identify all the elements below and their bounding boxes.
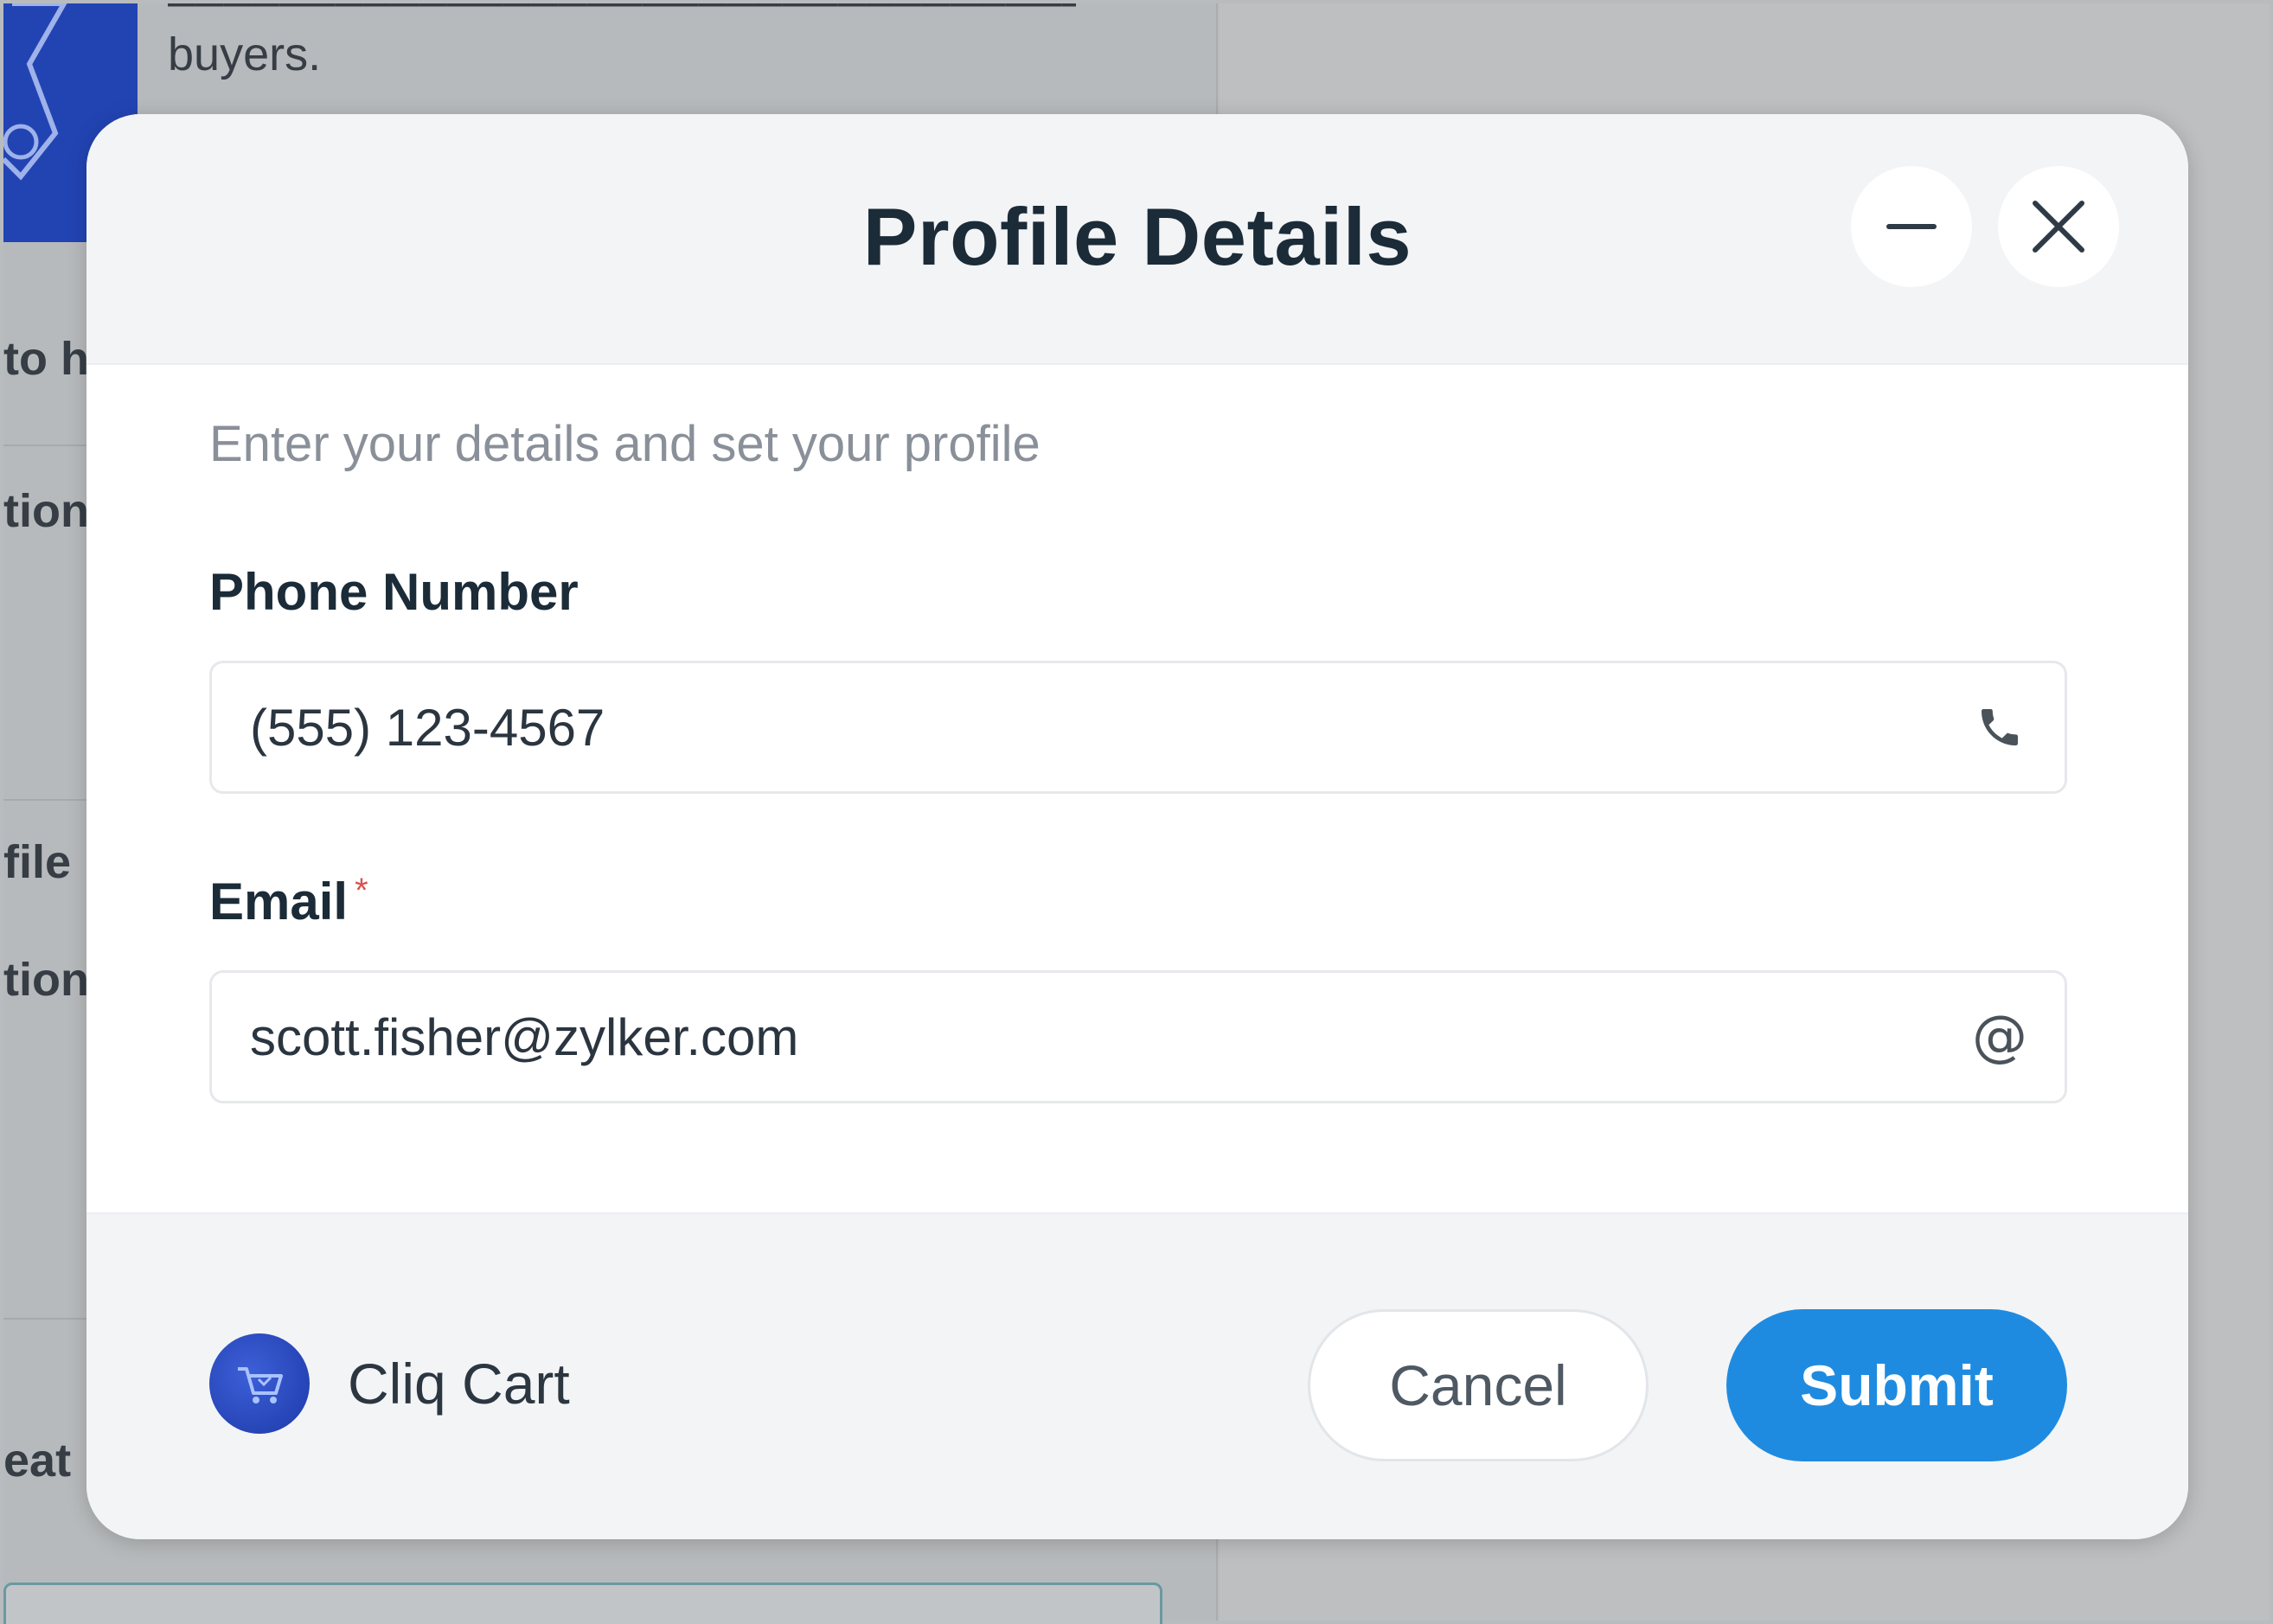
close-button[interactable] xyxy=(1998,166,2119,287)
email-field[interactable]: @ xyxy=(209,970,2067,1103)
brand-name: Cliq Cart xyxy=(348,1352,570,1416)
modal-header: Profile Details xyxy=(86,114,2188,365)
phone-input[interactable] xyxy=(250,697,1969,758)
modal-footer: Cliq Cart Cancel Submit xyxy=(86,1212,2188,1539)
brand: Cliq Cart xyxy=(209,1333,570,1434)
cancel-button[interactable]: Cancel xyxy=(1308,1309,1649,1461)
background-text: buyers. xyxy=(168,29,322,80)
minimize-icon xyxy=(1886,224,1937,229)
phone-icon xyxy=(1969,697,2030,758)
background-fragment: eat xyxy=(3,1435,72,1487)
phone-label-text: Phone Number xyxy=(209,563,579,621)
background-divider xyxy=(3,444,90,446)
background-input xyxy=(3,1582,1162,1624)
email-input[interactable] xyxy=(250,1007,1969,1067)
email-label-text: Email xyxy=(209,873,349,930)
submit-button[interactable]: Submit xyxy=(1726,1309,2067,1461)
background-divider xyxy=(3,799,90,801)
background-fragment: tion xyxy=(3,954,89,1006)
email-label: Email * xyxy=(209,872,368,931)
phone-field[interactable] xyxy=(209,661,2067,794)
background-divider xyxy=(3,1318,90,1320)
background-cut-text: ━━━━━━━━━━━━━━━━━━━━━━━━━━━━━━━━━━ xyxy=(168,3,1076,24)
at-icon-glyph: @ xyxy=(1972,1005,2027,1069)
background-fragment: to h xyxy=(3,333,89,385)
required-asterisk: * xyxy=(355,872,368,910)
modal-subtitle: Enter your details and set your profile xyxy=(209,416,1040,472)
profile-details-modal: Profile Details Enter your details and s… xyxy=(86,114,2188,1539)
minimize-button[interactable] xyxy=(1851,166,1972,287)
at-icon: @ xyxy=(1969,1005,2030,1069)
close-icon xyxy=(2033,201,2084,253)
cliq-cart-logo-icon xyxy=(209,1333,310,1434)
background-fragment: file xyxy=(3,836,72,888)
phone-label: Phone Number xyxy=(209,562,579,622)
